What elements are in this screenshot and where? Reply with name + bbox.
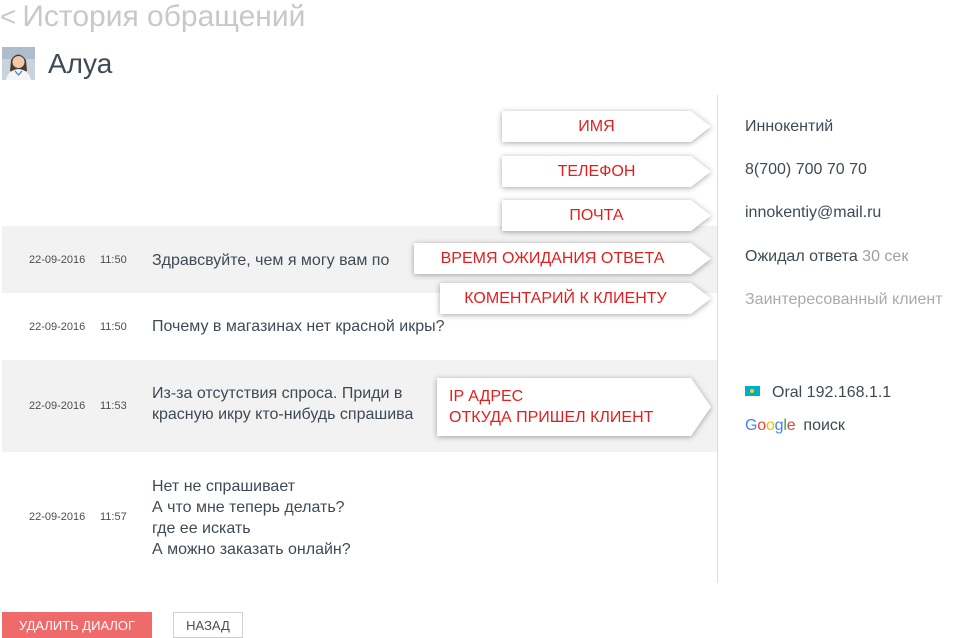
- panel-divider: [717, 95, 718, 583]
- back-link[interactable]: < История обращений: [0, 0, 305, 34]
- message-line: Из-за отсутствия спроса. Приди в: [152, 385, 403, 402]
- message-time: 11:53: [100, 400, 127, 412]
- wait-label: Ожидал ответа: [745, 248, 858, 265]
- callout-label-line: ОТКУДА ПРИШЕЛ КЛИЕНТ: [449, 409, 654, 426]
- message-date: 22-09-2016: [29, 320, 86, 333]
- source-text: поиск: [803, 417, 845, 434]
- callout-label: ТЕЛЕФОН: [557, 162, 636, 180]
- message-date: 22-09-2016: [29, 400, 86, 412]
- callout-name: ИМЯ: [502, 111, 711, 142]
- callout-label: ВРЕМЯ ОЖИДАНИЯ ОТВЕТА: [440, 249, 665, 267]
- wait-value: 30 сек: [862, 248, 909, 265]
- callout-label: ИМЯ: [578, 117, 615, 135]
- client-name-heading: Алуа: [48, 48, 113, 79]
- message-line: А можно заказать онлайн?: [152, 541, 351, 558]
- message-line: Нет не спрашивает: [152, 478, 296, 495]
- callout-label: КОМЕНТАРИЙ К КЛИЕНТУ: [464, 289, 667, 307]
- location-ip: Oral 192.168.1.1: [772, 384, 892, 401]
- message-date: 22-09-2016: [29, 511, 86, 523]
- chevron-left-icon: <: [0, 1, 17, 32]
- message-text: Из-за отсутствия спроса. Приди в красную…: [152, 383, 413, 425]
- client-info-email: innokentiy@mail.ru: [745, 204, 882, 221]
- client-info-name: Иннокентий: [745, 118, 834, 135]
- message-time: 11:57: [100, 511, 127, 523]
- client-info-comment: Заинтересованный клиент: [745, 291, 943, 308]
- callout-wait-time: ВРЕМЯ ОЖИДАНИЯ ОТВЕТА: [414, 243, 711, 274]
- callout-label: IP АДРЕС ОТКУДА ПРИШЕЛ КЛИЕНТ: [437, 386, 673, 428]
- client-info-source: Google поиск: [745, 417, 845, 435]
- message-line: А что мне теперь делать?: [152, 499, 345, 516]
- delete-dialog-button[interactable]: УДАЛИТЬ ДИАЛОГ: [2, 612, 152, 638]
- message-time: 11:50: [100, 253, 127, 266]
- message-date: 22-09-2016: [29, 253, 86, 266]
- client-info-location: Oral 192.168.1.1: [745, 384, 891, 402]
- message-line: красную икру кто-нибудь спрашива: [152, 406, 414, 423]
- callout-phone: ТЕЛЕФОН: [502, 156, 711, 187]
- message-line: Здравсвуйте, чем я могу вам по: [152, 252, 390, 269]
- client-info-wait: Ожидал ответа 30 сек: [745, 248, 908, 266]
- kazakhstan-flag-icon: [745, 385, 760, 396]
- message-text: Здравсвуйте, чем я могу вам по: [152, 250, 389, 271]
- message-text: Нет не спрашивает А что мне теперь делат…: [152, 476, 351, 560]
- callout-label: ПОЧТА: [569, 206, 624, 224]
- callout-comment: КОМЕНТАРИЙ К КЛИЕНТУ: [440, 283, 711, 314]
- callout-label-line: IP АДРЕС: [449, 388, 524, 405]
- message-time: 11:50: [100, 320, 127, 333]
- message-line: где ее искать: [152, 520, 251, 537]
- message-text: Почему в магазинах нет красной икры?: [152, 316, 445, 337]
- client-info-phone: 8(700) 700 70 70: [745, 161, 867, 178]
- message-line: Почему в магазинах нет красной икры?: [152, 318, 445, 335]
- google-logo-icon: Google: [745, 417, 796, 434]
- avatar: [2, 47, 35, 80]
- back-button[interactable]: НАЗАД: [173, 612, 243, 638]
- callout-ip-address: IP АДРЕС ОТКУДА ПРИШЕЛ КЛИЕНТ: [437, 378, 711, 436]
- callout-email: ПОЧТА: [502, 200, 711, 231]
- page-title: История обращений: [22, 0, 306, 33]
- message-row: 22-09-2016 11:57 Нет не спрашивает А что…: [2, 452, 717, 582]
